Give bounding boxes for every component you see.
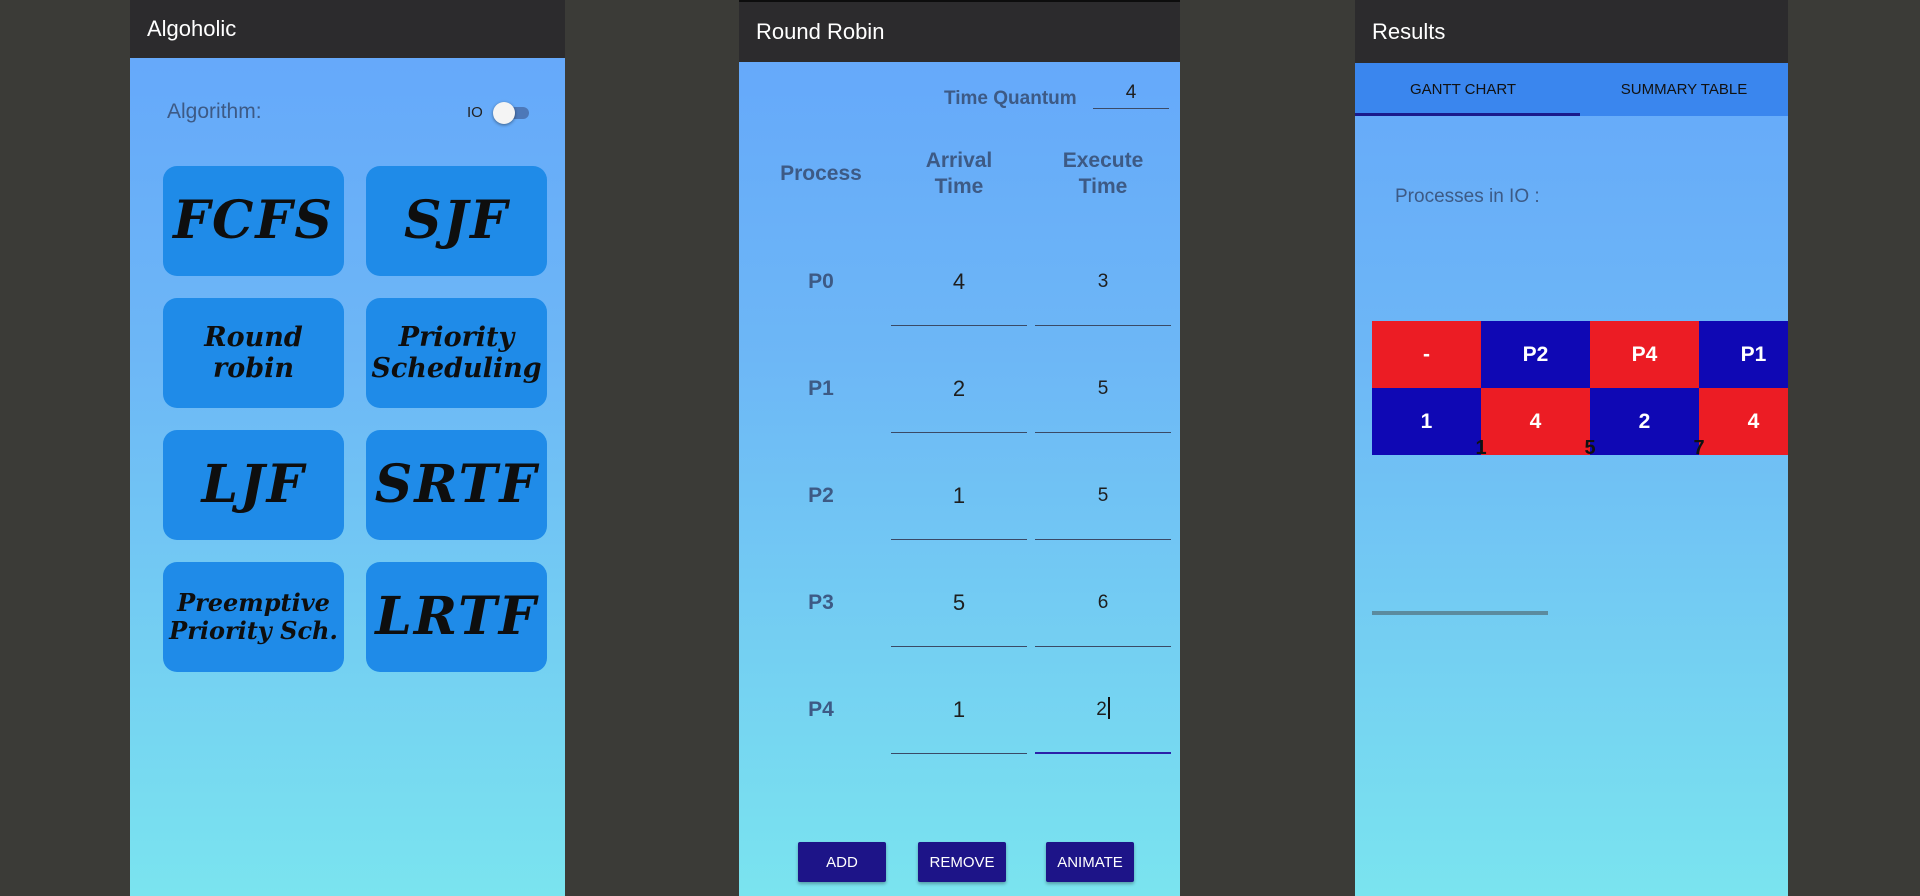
srtf-button[interactable]: SRTF xyxy=(366,430,547,540)
remove-button[interactable]: REMOVE xyxy=(918,842,1006,882)
gantt-time-tick: 5 xyxy=(1584,437,1596,456)
io-toggle-thumb xyxy=(493,102,515,124)
screen-title: Round Robin xyxy=(756,19,885,44)
execute-time-input[interactable]: 3 xyxy=(1035,271,1171,326)
execute-time-input[interactable]: 6 xyxy=(1035,592,1171,647)
process-name: P3 xyxy=(808,591,834,614)
lrtf-button[interactable]: LRTF xyxy=(366,562,547,672)
fcfs-button[interactable]: FCFS xyxy=(163,166,344,276)
processes-in-io-label: Processes in IO : xyxy=(1395,186,1540,207)
app-bar: Round Robin xyxy=(739,0,1180,62)
gantt-time-tick: 1 xyxy=(1475,437,1487,456)
gantt-duration-cell: 1 xyxy=(1372,388,1481,455)
round-robin-button[interactable]: Round robin xyxy=(163,298,344,408)
gantt-process-cell: P4 xyxy=(1590,321,1699,388)
arrival-time-value: 4 xyxy=(952,269,966,294)
arrival-time-column-header: Arrival Time xyxy=(925,149,993,198)
algorithm-label: Algorithm: xyxy=(167,100,262,123)
preemptive-priority-button[interactable]: Preemptive Priority Sch. xyxy=(163,562,344,672)
io-toggle-label: IO xyxy=(467,104,483,121)
arrival-time-input[interactable]: 1 xyxy=(891,483,1027,540)
execute-time-input[interactable]: 5 xyxy=(1035,378,1171,433)
io-toggle-switch[interactable] xyxy=(493,102,529,124)
gantt-chart[interactable]: - P2 P4 P1 1 4 2 4 1 5 7 1 xyxy=(1372,321,1788,456)
execute-time-value: 3 xyxy=(1097,271,1109,292)
results-screen: Results GANTT CHART SUMMARY TABLE Proces… xyxy=(1355,0,1788,896)
app-title: Algoholic xyxy=(147,16,237,41)
execute-time-column-header: Execute Time xyxy=(1062,149,1144,198)
process-column-header: Process xyxy=(780,162,862,185)
execute-time-value: 2 xyxy=(1035,697,1171,723)
sjf-button[interactable]: SJF xyxy=(366,166,547,276)
animate-button[interactable]: ANIMATE xyxy=(1046,842,1134,882)
app-bar: Algoholic xyxy=(130,0,565,58)
active-tab-indicator xyxy=(1355,113,1580,116)
arrival-time-value: 1 xyxy=(952,483,966,508)
execute-time-input[interactable]: 2 xyxy=(1035,697,1171,754)
priority-scheduling-button[interactable]: Priority Scheduling xyxy=(366,298,547,408)
process-name: P1 xyxy=(808,377,834,400)
arrival-time-input[interactable]: 5 xyxy=(891,590,1027,647)
gantt-time-tick: 1 xyxy=(1778,437,1788,456)
process-name: P4 xyxy=(808,698,834,721)
arrival-time-value: 5 xyxy=(952,590,966,615)
gantt-scrollbar[interactable] xyxy=(1372,611,1548,615)
add-button[interactable]: ADD xyxy=(798,842,886,882)
gantt-duration-cell: 4 xyxy=(1481,388,1590,455)
process-name: P0 xyxy=(808,270,834,293)
ljf-button[interactable]: LJF xyxy=(163,430,344,540)
tab-summary-table[interactable]: SUMMARY TABLE xyxy=(1580,63,1788,116)
gantt-process-cell: P2 xyxy=(1481,321,1590,388)
execute-time-value: 5 xyxy=(1097,378,1109,399)
time-quantum-input[interactable]: 4 xyxy=(1093,82,1169,109)
execute-time-value: 6 xyxy=(1097,592,1109,613)
results-tabs: GANTT CHART SUMMARY TABLE xyxy=(1355,63,1788,116)
screen-title: Results xyxy=(1372,18,1446,44)
execute-time-value: 5 xyxy=(1097,485,1109,506)
round-robin-screen: Round Robin Time Quantum 4 Process Arriv… xyxy=(739,0,1180,896)
text-cursor xyxy=(1107,697,1110,719)
gantt-duration-cell: 2 xyxy=(1590,388,1699,455)
arrival-time-input[interactable]: 4 xyxy=(891,269,1027,326)
process-name: P2 xyxy=(808,484,834,507)
execute-time-input[interactable]: 5 xyxy=(1035,485,1171,540)
gantt-time-tick: 7 xyxy=(1693,437,1705,456)
gantt-process-cell: - xyxy=(1372,321,1481,388)
app-bar: Results xyxy=(1355,0,1788,63)
execute-time-text: 2 xyxy=(1096,699,1107,720)
arrival-time-value: 1 xyxy=(952,697,966,722)
gantt-process-cell: P1 xyxy=(1699,321,1788,388)
arrival-time-input[interactable]: 1 xyxy=(891,697,1027,754)
arrival-time-input[interactable]: 2 xyxy=(891,376,1027,433)
time-quantum-label: Time Quantum xyxy=(944,88,1077,109)
arrival-time-value: 2 xyxy=(952,376,966,401)
algorithm-screen: Algoholic Algorithm: IO FCFS SJF Round r… xyxy=(130,0,565,896)
tab-gantt-chart[interactable]: GANTT CHART xyxy=(1355,63,1571,116)
